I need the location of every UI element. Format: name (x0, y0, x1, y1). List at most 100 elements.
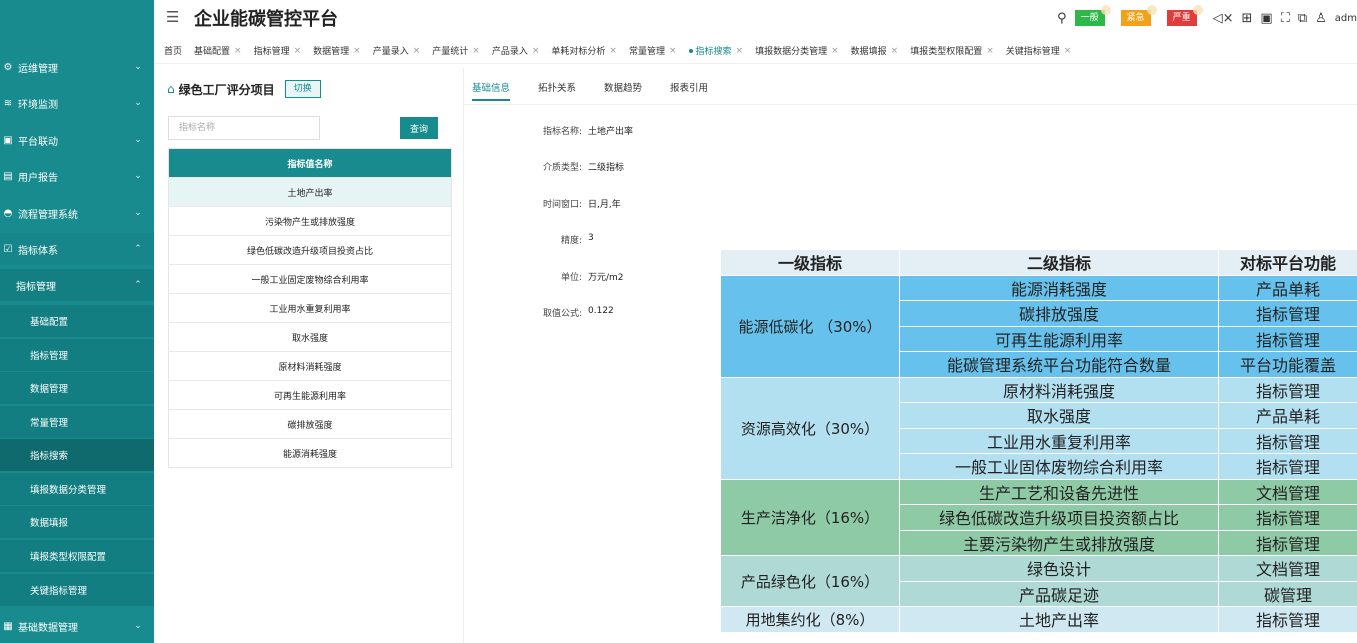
tab-constant-manage[interactable]: 常量管理 × (629, 44, 677, 58)
function-cell: 指标管理 (1218, 529, 1357, 556)
level2-cell: 主要污染物产生或排放强度 (899, 529, 1219, 556)
close-icon[interactable]: × (413, 46, 421, 56)
sidebar-item-data-fill[interactable]: 数据填报 (0, 506, 154, 538)
function-cell: 指标管理 (1218, 376, 1357, 403)
grid-icon[interactable]: ⊞ (1242, 11, 1253, 26)
indicator-name-input[interactable] (168, 116, 320, 140)
tab-unit-consumption[interactable]: 单耗对标分析 × (551, 44, 617, 58)
translate-icon[interactable]: ⧉ (1298, 11, 1307, 26)
table-row: 生产洁净化（16%） 生产工艺和设备先进性 文档管理 (720, 478, 1357, 556)
tab-indicator-manage[interactable]: 指标管理 × (254, 44, 302, 58)
query-button[interactable]: 查询 (400, 117, 438, 139)
tab-output-entry[interactable]: 产量录入 × (373, 44, 421, 58)
sidebar-group-indicator-manage[interactable]: 指标管理 ⌃ (0, 269, 154, 301)
wave-icon: ≋ (3, 97, 13, 109)
table-row[interactable]: 绿色低碳改造升级项目投资占比 (168, 235, 452, 265)
sidebar-item-constant-manage[interactable]: 常量管理 (0, 406, 154, 438)
flow-icon: ◓ (3, 207, 13, 219)
fullscreen-icon[interactable]: ⛶ (1281, 11, 1290, 26)
close-icon[interactable]: × (736, 46, 744, 56)
sidebar-item-key-indicator[interactable]: 关键指标管理 (0, 574, 154, 606)
sidebar-item-label: 关键指标管理 (30, 586, 88, 597)
sidebar-item-report[interactable]: ▤ 用户报告 ⌄ (0, 160, 154, 192)
tab-indicator-search[interactable]: 指标搜索 × (688, 44, 744, 57)
monitor-icon[interactable]: ▣ (1260, 11, 1272, 26)
close-icon[interactable]: × (986, 46, 994, 56)
alarm-normal-badge[interactable]: 一般 (1074, 5, 1111, 26)
top-header: ☰ 企业能碳管控平台 ⚲ 一般 紧急 严重 ◁× ⊞ ▣ ⛶ ⧉ ♙ adm (154, 0, 1357, 36)
tab-basic-info[interactable]: 基础信息 (472, 80, 511, 101)
field-label: 指标名称: (542, 127, 582, 137)
table-row[interactable]: 取水强度 (168, 322, 452, 352)
tab-data-fill[interactable]: 数据填报 × (851, 44, 899, 58)
tab-fill-category[interactable]: 填报数据分类管理 × (755, 44, 839, 58)
level2-cell: 一般工业固体废物综合利用率 (899, 453, 1219, 480)
sidebar-item-linkage[interactable]: ▣ 平台联动 ⌄ (0, 124, 154, 156)
tab-output-stats[interactable]: 产量统计 × (432, 44, 480, 58)
tab-label: 产量统计 (432, 47, 469, 57)
table-row[interactable]: 土地产出率 (168, 177, 452, 207)
field-value: 万元/m2 (588, 273, 624, 283)
sidebar-item-data-manage[interactable]: 数据管理 (0, 372, 154, 404)
close-icon[interactable]: × (353, 46, 361, 56)
tab-data-manage[interactable]: 数据管理 × (313, 44, 361, 58)
tab-basic-config[interactable]: 基础配置 × (194, 44, 242, 58)
close-icon[interactable]: × (669, 46, 677, 56)
close-icon[interactable]: × (891, 46, 899, 56)
tab-home[interactable]: 首页 (164, 44, 182, 57)
switch-button[interactable]: 切换 (284, 80, 321, 98)
sidebar-item-indicator-system[interactable]: ☑ 指标体系 ⌃ (0, 233, 154, 265)
sidebar-item-env[interactable]: ≋ 环境监测 ⌄ (0, 87, 154, 119)
close-icon[interactable]: × (1064, 46, 1072, 56)
alarm-urgent-badge[interactable]: 紧急 (1120, 5, 1157, 26)
sidebar-item-basic-config[interactable]: 基础配置 (0, 305, 154, 337)
tab-fill-permission[interactable]: 填报类型权限配置 × (910, 44, 994, 58)
tab-topology[interactable]: 拓扑关系 (538, 80, 576, 101)
level2-cell: 原材料消耗强度 (899, 376, 1219, 403)
field-value: 0.122 (588, 306, 614, 316)
menu-toggle-icon[interactable]: ☰ (166, 8, 179, 26)
sidebar-item-indicator-manage[interactable]: 指标管理 (0, 339, 154, 371)
table-row[interactable]: 工业用水重复利用率 (168, 293, 452, 323)
user-name[interactable]: adm (1335, 13, 1357, 24)
sidebar-item-fill-permission[interactable]: 填报类型权限配置 (0, 540, 154, 572)
sidebar-item-indicator-search[interactable]: 指标搜索 (0, 439, 154, 471)
sidebar-item-label: 运维管理 (18, 63, 58, 75)
function-cell: 平台功能覆盖 (1218, 351, 1357, 378)
close-icon[interactable]: × (609, 46, 617, 56)
tab-report-reference[interactable]: 报表引用 (670, 80, 708, 101)
table-row[interactable]: 可再生能源利用率 (168, 380, 452, 410)
field-value: 土地产出率 (588, 127, 634, 137)
function-cell: 碳管理 (1218, 580, 1357, 607)
close-icon[interactable]: × (472, 46, 480, 56)
mute-icon[interactable]: ◁× (1213, 11, 1234, 26)
table-row[interactable]: 一般工业固定废物综合利用率 (168, 264, 452, 294)
table-row[interactable]: 能源消耗强度 (168, 438, 452, 468)
table-cell: 取水强度 (168, 322, 452, 352)
close-icon[interactable]: × (294, 46, 302, 56)
table-row[interactable]: 碳排放强度 (168, 409, 452, 439)
tab-key-indicator[interactable]: 关键指标管理 × (1006, 44, 1072, 58)
badge-dot (1146, 5, 1157, 15)
field-medium-type: 介质类型: 二级指标 (526, 160, 624, 173)
edit-icon: ☑ (3, 243, 13, 255)
close-icon[interactable]: × (234, 46, 242, 56)
sidebar-item-ops[interactable]: ⚙ 运维管理 ⌄ (0, 51, 154, 83)
skin-icon[interactable]: ♙ (1315, 11, 1327, 26)
table-row: 产品绿色化（16%） 绿色设计 文档管理 (720, 555, 1357, 607)
sidebar-item-fill-category[interactable]: 填报数据分类管理 (0, 473, 154, 505)
sidebar-item-process[interactable]: ◓ 流程管理系统 ⌄ (0, 197, 154, 229)
close-icon[interactable]: × (532, 46, 540, 56)
field-time-window: 时间窗口: 日,月,年 (526, 197, 621, 210)
tab-data-trend[interactable]: 数据趋势 (604, 80, 642, 101)
sidebar-item-base-data[interactable]: ▦ 基础数据管理 ⌄ (0, 610, 154, 642)
table-row[interactable]: 污染物产生或排放强度 (168, 206, 452, 236)
sidebar-item-label: 用户报告 (18, 172, 58, 184)
level2-cell: 绿色设计 (899, 555, 1219, 582)
close-icon[interactable]: × (831, 46, 839, 56)
alarm-severe-badge[interactable]: 严重 (1166, 5, 1203, 26)
table-row[interactable]: 原材料消耗强度 (168, 351, 452, 381)
tab-product-entry[interactable]: 产品录入 × (492, 44, 540, 58)
search-icon[interactable]: ⚲ (1057, 11, 1067, 26)
tab-label: 单耗对标分析 (551, 47, 606, 57)
